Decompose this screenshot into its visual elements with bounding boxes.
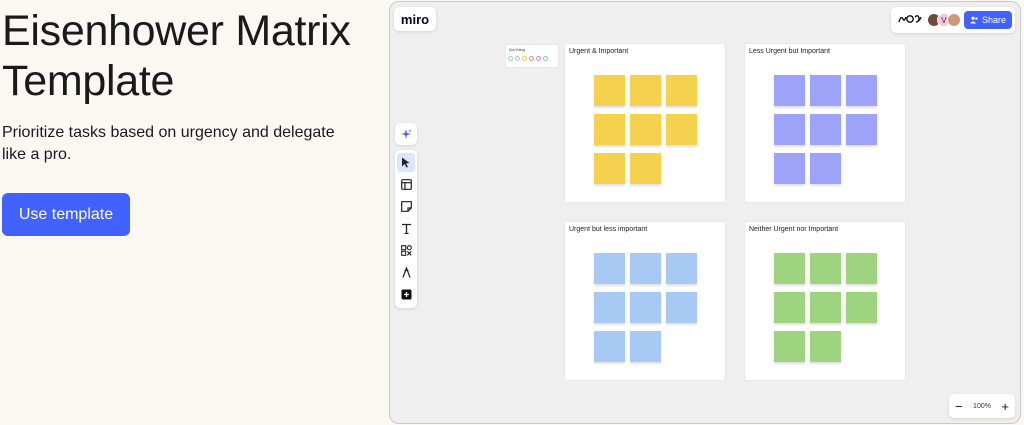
pen-icon[interactable] bbox=[397, 263, 415, 282]
sticky-note[interactable] bbox=[846, 253, 877, 284]
zoom-level: 100% bbox=[973, 402, 991, 410]
sticky-note[interactable] bbox=[630, 331, 661, 362]
quadrant-title: Less Urgent but Important bbox=[749, 48, 830, 55]
sticky-notes bbox=[594, 75, 697, 184]
add-icon[interactable] bbox=[397, 285, 415, 304]
sticky-note[interactable] bbox=[846, 75, 877, 106]
sticky-note[interactable] bbox=[594, 253, 625, 284]
quadrant-title: Urgent & Important bbox=[569, 48, 629, 55]
sticky-notes bbox=[774, 75, 877, 184]
sticky-note[interactable] bbox=[666, 114, 697, 145]
magic-icon[interactable] bbox=[395, 123, 417, 145]
vote-dots bbox=[508, 56, 548, 61]
sticky-note[interactable] bbox=[594, 153, 625, 184]
sticky-note[interactable] bbox=[810, 114, 841, 145]
sticky-note[interactable] bbox=[810, 75, 841, 106]
sticky-note-icon[interactable] bbox=[397, 197, 415, 216]
vote-dot bbox=[536, 56, 541, 61]
dot-voting-widget: Dot Voting bbox=[506, 45, 558, 67]
vote-dot bbox=[543, 56, 548, 61]
quadrant-neither[interactable]: Neither Urgent nor Important bbox=[745, 222, 905, 380]
sticky-note[interactable] bbox=[630, 114, 661, 145]
miro-logo: miro bbox=[394, 7, 436, 31]
text-icon[interactable] bbox=[397, 219, 415, 238]
quadrant-urgent-less-important[interactable]: Urgent but less important bbox=[565, 222, 725, 380]
sticky-note[interactable] bbox=[630, 253, 661, 284]
share-button[interactable]: Share bbox=[963, 11, 1012, 29]
vote-dot bbox=[508, 56, 513, 61]
template-icon[interactable] bbox=[397, 175, 415, 194]
sticky-note[interactable] bbox=[630, 153, 661, 184]
share-label: Share bbox=[981, 15, 1006, 25]
quadrant-title: Neither Urgent nor Important bbox=[749, 226, 839, 233]
sticky-notes bbox=[594, 253, 697, 362]
vote-dot bbox=[522, 56, 527, 61]
sticky-note[interactable] bbox=[594, 331, 625, 362]
page-subtitle: Prioritize tasks based on urgency and de… bbox=[2, 124, 335, 163]
sticky-note[interactable] bbox=[846, 114, 877, 145]
sticky-note[interactable] bbox=[774, 75, 805, 106]
top-right-toolbar: V Share bbox=[890, 7, 1015, 33]
sticky-note[interactable] bbox=[774, 292, 805, 323]
quadrant-urgent-important[interactable]: Urgent & Important bbox=[565, 44, 725, 202]
left-toolbar bbox=[395, 150, 417, 308]
page-title: Eisenhower Matrix Template bbox=[2, 7, 351, 105]
sticky-note[interactable] bbox=[630, 292, 661, 323]
use-template-button[interactable]: Use template bbox=[2, 193, 130, 236]
vote-dot bbox=[515, 56, 520, 61]
zoom-control: − 100% + bbox=[949, 394, 1015, 418]
sticky-note[interactable] bbox=[594, 292, 625, 323]
sticky-note[interactable] bbox=[810, 331, 841, 362]
sticky-note[interactable] bbox=[666, 253, 697, 284]
board-preview[interactable]: miro V Share Dot Voting Urgent & Importa… bbox=[389, 1, 1021, 424]
sticky-note[interactable] bbox=[846, 292, 877, 323]
sticky-note[interactable] bbox=[594, 114, 625, 145]
zoom-out-button[interactable]: − bbox=[955, 400, 963, 413]
sticky-note[interactable] bbox=[810, 292, 841, 323]
sticky-note[interactable] bbox=[810, 253, 841, 284]
sticky-note[interactable] bbox=[666, 75, 697, 106]
sticky-note[interactable] bbox=[774, 253, 805, 284]
sticky-note[interactable] bbox=[630, 75, 661, 106]
sticky-notes bbox=[774, 253, 877, 362]
shapes-icon[interactable] bbox=[397, 241, 415, 260]
sticky-note[interactable] bbox=[774, 331, 805, 362]
zoom-in-button[interactable]: + bbox=[1001, 400, 1009, 413]
quadrant-title: Urgent but less important bbox=[569, 226, 648, 233]
sticky-note[interactable] bbox=[666, 292, 697, 323]
dot-voting-title: Dot Voting bbox=[509, 48, 526, 52]
sticky-note[interactable] bbox=[810, 153, 841, 184]
avatar bbox=[946, 13, 961, 27]
sticky-note[interactable] bbox=[774, 153, 805, 184]
quadrant-less-urgent-important[interactable]: Less Urgent but Important bbox=[745, 44, 905, 202]
select-icon[interactable] bbox=[397, 153, 415, 172]
reactions-icon[interactable] bbox=[896, 13, 924, 28]
vote-dot bbox=[529, 56, 534, 61]
share-users-icon bbox=[969, 16, 978, 24]
sticky-note[interactable] bbox=[594, 75, 625, 106]
sticky-note[interactable] bbox=[774, 114, 805, 145]
collaborator-avatars[interactable]: V bbox=[926, 13, 961, 27]
